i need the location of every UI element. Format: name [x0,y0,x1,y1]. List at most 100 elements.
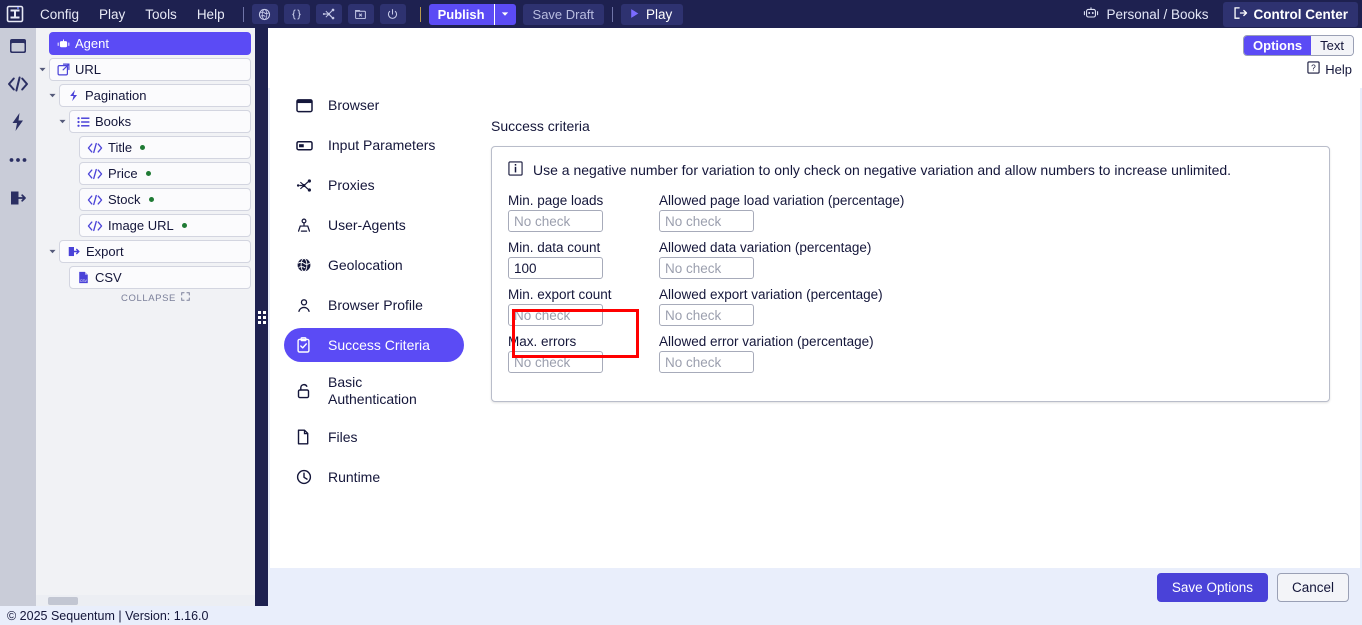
tree-node-image-url[interactable]: Image URL [79,214,251,237]
chevron-down-icon[interactable] [46,247,59,256]
tab-options[interactable]: Options [1244,36,1312,55]
node-status-dot [181,223,187,228]
min-page-loads-input[interactable] [508,210,603,232]
play-button-label: Play [645,6,673,22]
min-data-count-input[interactable] [508,257,603,279]
icon-rail [0,28,36,606]
tree-node-label: URL [75,62,102,77]
top-toolbar: Config Play Tools Help Publish Save Draf… [0,0,1362,28]
info-text: Use a negative number for variation to o… [533,162,1232,178]
view-mode-toggle[interactable]: Options Text [1243,35,1354,56]
tree-node-price[interactable]: Price [79,162,251,185]
nav-item-label: Files [328,429,358,445]
tree-row: Title [36,136,255,159]
tree-node-books[interactable]: Books [69,110,251,133]
menu-config[interactable]: Config [30,3,89,26]
node-status-dot [145,171,151,176]
field-allowed-page-load-variation: Allowed page load variation (percentage) [659,193,1313,238]
nav-item-label: Browser Profile [328,297,423,313]
publish-button-group[interactable]: Publish [428,3,516,25]
nav-item-browser[interactable]: Browser [284,88,464,122]
svg-text:CSV: CSV [80,279,88,283]
lightning-bolt-icon[interactable] [5,110,31,134]
agent-tree: Agent URL Pagination Books Title Price Stock Im… [36,28,255,289]
nav-item-user-agents[interactable]: User-Agents [284,208,464,242]
nav-item-proxies[interactable]: Proxies [284,168,464,202]
field-min-page-loads: Min. page loads [508,193,653,238]
workspace-breadcrumb[interactable]: Personal / Books [1083,6,1209,23]
tree-node-export[interactable]: Export [59,240,251,263]
max-errors-input[interactable] [508,351,603,373]
tree-row: Agent [36,32,255,55]
braces-icon[interactable] [283,4,310,24]
nav-item-files[interactable]: Files [284,420,464,454]
field-min-data-count: Min. data count [508,240,653,285]
field-allowed-export-variation: Allowed export variation (percentage) [659,287,1313,332]
lock-open-icon [296,383,314,399]
sequentum-logo-icon[interactable] [0,0,30,28]
play-button[interactable]: Play [620,3,684,25]
resize-grip-icon [257,310,266,324]
options-pane: Options Text ? Help Browser Input Paramet… [268,28,1362,606]
chevron-down-icon[interactable] [56,117,69,126]
page-title: Success criteria [491,118,590,134]
nav-item-basic-authentication[interactable]: Basic Authentication [284,368,464,414]
chevron-down-icon[interactable] [493,3,516,25]
tree-node-url[interactable]: URL [49,58,251,81]
nav-item-success-criteria[interactable]: Success Criteria [284,328,464,362]
external-link-icon [57,63,70,76]
menu-help[interactable]: Help [187,3,235,26]
chevron-down-icon[interactable] [46,91,59,100]
nav-item-browser-profile[interactable]: Browser Profile [284,288,464,322]
allowed-error-variation-input[interactable] [659,351,754,373]
info-icon [508,161,523,179]
nav-item-geolocation[interactable]: Geolocation [284,248,464,282]
tab-text[interactable]: Text [1311,36,1353,55]
save-options-button[interactable]: Save Options [1156,572,1268,602]
tree-node-csv[interactable]: CSV CSV [69,266,251,289]
save-draft-button[interactable]: Save Draft [522,3,604,25]
pane-footer: Save Options Cancel [268,568,1362,606]
nav-item-label: Success Criteria [328,337,430,353]
sidebar-resize-divider[interactable] [255,28,268,606]
tree-node-label: Image URL [108,218,174,233]
tree-node-title[interactable]: Title [79,136,251,159]
nav-item-label: Input Parameters [328,137,436,153]
node-status-dot [148,197,154,202]
field-label: Max. errors [508,334,577,349]
power-icon[interactable] [379,4,406,24]
menu-play[interactable]: Play [89,3,135,26]
tree-node-pagination[interactable]: Pagination [59,84,251,107]
allowed-page-load-variation-input[interactable] [659,210,754,232]
chevron-down-icon[interactable] [36,65,49,74]
globe-icon[interactable] [251,4,278,24]
allowed-export-variation-input[interactable] [659,304,754,326]
help-link[interactable]: ? Help [1307,61,1352,77]
tree-row: Stock [36,188,255,211]
nav-item-runtime[interactable]: Runtime [284,460,464,494]
publish-button[interactable]: Publish [428,3,494,25]
code-brackets-icon[interactable] [5,72,31,96]
browser-window-icon[interactable] [5,34,31,58]
folder-delete-icon[interactable] [347,4,374,24]
allowed-data-variation-input[interactable] [659,257,754,279]
tree-node-agent[interactable]: Agent [49,32,251,55]
sidebar-scroll-thumb[interactable] [48,596,78,605]
proxy-graph-icon[interactable] [315,4,342,24]
sidebar-horizontal-scrollbar[interactable] [36,595,255,606]
ellipsis-icon[interactable] [5,148,31,172]
min-export-count-input[interactable] [508,304,603,326]
tree-row: Export [36,240,255,263]
field-label: Min. page loads [508,193,604,208]
nav-item-input-parameters[interactable]: Input Parameters [284,128,464,162]
export-icon[interactable] [5,186,31,210]
toolbar-separator-1 [242,6,244,22]
cancel-button[interactable]: Cancel [1276,572,1349,602]
collapse-tree-button[interactable]: COLLAPSE [36,292,255,304]
clipboard-check-icon [296,337,314,353]
expand-collapse-icon [181,292,190,304]
control-center-button[interactable]: Control Center [1222,1,1358,27]
exit-arrow-icon [1233,6,1248,23]
menu-tools[interactable]: Tools [135,3,187,26]
tree-node-stock[interactable]: Stock [79,188,251,211]
